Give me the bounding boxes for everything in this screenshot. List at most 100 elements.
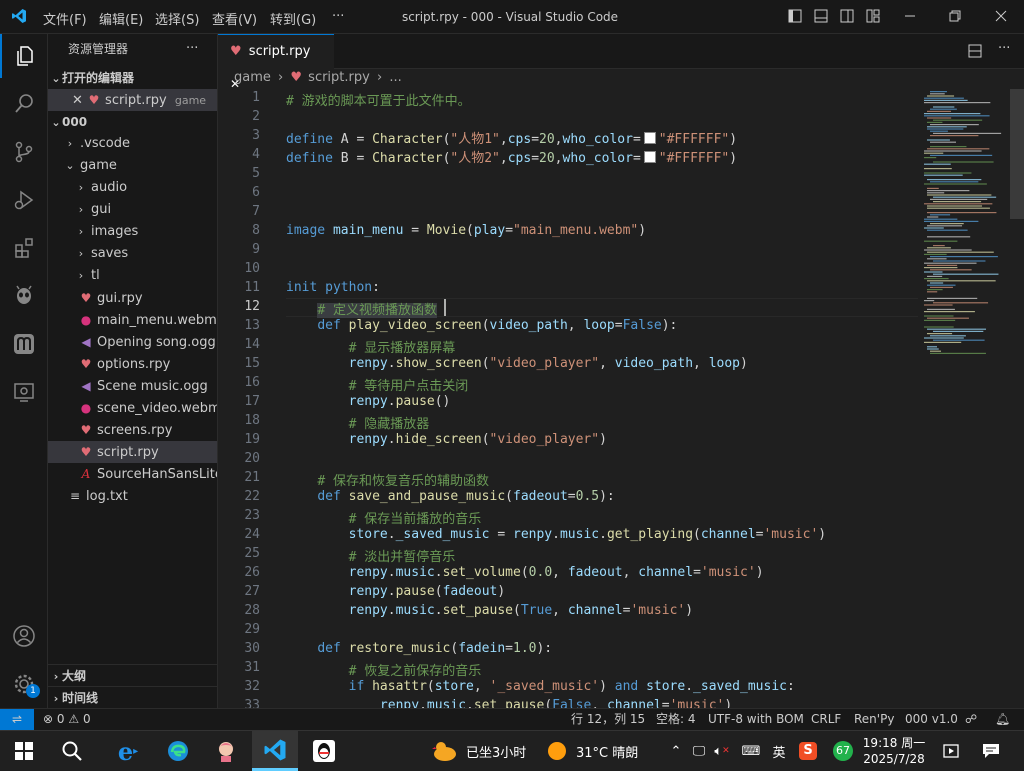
remote-explorer-icon[interactable]	[0, 370, 48, 414]
minimap[interactable]	[920, 89, 1024, 708]
code-line[interactable]: # 显示播放器屏幕	[286, 337, 456, 356]
code-editor[interactable]: 1 # 游戏的脚本可置于此文件中。 2 3 define A = Character("…	[218, 89, 918, 708]
ime-language-indicator[interactable]: 英	[768, 731, 790, 771]
notifications-bell-icon[interactable]: 🔔︎	[995, 709, 1010, 730]
menu-file[interactable]: 文件(F)	[43, 9, 87, 28]
split-editor-icon[interactable]	[968, 44, 982, 58]
code-line[interactable]: # 游戏的脚本可置于此文件中。	[286, 90, 471, 109]
code-line[interactable]: define B = Character("人物2",cps=20,who_co…	[286, 147, 737, 166]
encoding[interactable]: UTF-8 with BOM	[708, 709, 804, 730]
remote-indicator-icon[interactable]: ⇌	[0, 709, 34, 730]
toggle-primary-sidebar-icon[interactable]	[788, 9, 802, 23]
tree-file[interactable]: ◀ Opening song.ogg	[48, 331, 217, 353]
copilot-icon[interactable]: ☍	[965, 709, 977, 730]
explorer-icon[interactable]	[0, 34, 48, 78]
breadcrumb-symbol[interactable]: ...	[389, 70, 401, 85]
qq-app-icon[interactable]	[304, 731, 344, 771]
code-line[interactable]: def play_video_screen(video_path, loop=F…	[286, 318, 677, 333]
taskbar-search-icon[interactable]	[54, 731, 90, 771]
open-editor-item[interactable]: ✕ ♥ script.rpy game	[48, 89, 217, 111]
tree-file[interactable]: ≡ log.txt	[48, 485, 217, 507]
tree-folder[interactable]: ⌄ game	[48, 155, 217, 177]
task-view-icon[interactable]	[938, 731, 964, 771]
line-ending[interactable]: CRLF	[811, 709, 841, 730]
tree-file[interactable]: ♥ script.rpy	[48, 441, 217, 463]
indentation[interactable]: 空格: 4	[656, 709, 696, 730]
alien-extension-icon[interactable]	[0, 274, 48, 318]
tree-folder[interactable]: › audio	[48, 177, 217, 199]
sitting-reminder[interactable]: 已坐3小时	[432, 731, 532, 771]
vscode-taskbar-icon[interactable]	[252, 731, 298, 771]
code-line[interactable]: # 等待用户点击关闭	[286, 375, 469, 394]
code-line[interactable]: # 淡出并暂停音乐	[286, 546, 456, 565]
workspace-section[interactable]: ⌄000	[48, 111, 217, 133]
manage-gear-icon[interactable]: 1	[0, 662, 48, 706]
menu-edit[interactable]: 编辑(E)	[99, 9, 143, 28]
cursor-position[interactable]: 行 12，列 15	[571, 709, 645, 730]
code-line[interactable]: renpy.hide_screen("video_player")	[286, 432, 607, 447]
code-line[interactable]: define A = Character("人物1",cps=20,who_co…	[286, 128, 737, 147]
code-line[interactable]: renpy.music.set_pause(True, channel='mus…	[286, 603, 693, 618]
code-line[interactable]: renpy.pause()	[286, 394, 451, 409]
project-version[interactable]: 000 v1.0	[905, 709, 958, 730]
volume-muted-icon[interactable]: 🔈︎ ✕	[710, 731, 734, 771]
windows-start-icon[interactable]	[6, 731, 42, 771]
code-line[interactable]: renpy.music.set_volume(0.0, fadeout, cha…	[286, 565, 764, 580]
code-line[interactable]: renpy.music.set_pause(False, channel='mu…	[286, 698, 732, 708]
action-center-icon[interactable]	[976, 731, 1006, 771]
tree-folder[interactable]: › images	[48, 221, 217, 243]
explorer-more-button[interactable]: ···	[186, 38, 206, 60]
source-control-icon[interactable]	[0, 130, 48, 174]
breadcrumb-file[interactable]: script.rpy	[308, 70, 370, 85]
tree-folder[interactable]: › gui	[48, 199, 217, 221]
breadcrumb-folder[interactable]: game	[234, 70, 271, 85]
code-line[interactable]: store._saved_music = renpy.music.get_pla…	[286, 527, 826, 542]
code-line[interactable]: renpy.show_screen("video_player", video_…	[286, 356, 748, 371]
code-line[interactable]: def restore_music(fadein=1.0):	[286, 641, 552, 656]
customize-layout-icon[interactable]	[866, 9, 880, 23]
menu-selection[interactable]: 选择(S)	[155, 9, 199, 28]
code-line[interactable]: def save_and_pause_music(fadeout=0.5):	[286, 489, 614, 504]
problems-indicator[interactable]: ⊗ 0 ⚠ 0	[43, 709, 91, 730]
code-line[interactable]: init python:	[286, 280, 380, 295]
tree-file[interactable]: A SourceHanSansLite.ttf	[48, 463, 217, 485]
search-icon[interactable]	[0, 82, 48, 126]
code-line[interactable]: if hasattr(store, '_saved_music') and st…	[286, 679, 795, 694]
close-editor-icon[interactable]: ✕	[72, 93, 83, 108]
sogou-ime-icon[interactable]: S	[796, 731, 820, 771]
open-editors-section[interactable]: ⌄打开的编辑器	[48, 67, 217, 89]
code-line[interactable]: # 定义视频播放函数	[286, 299, 437, 318]
code-line[interactable]: # 保存和恢复音乐的辅助函数	[286, 470, 489, 489]
menu-go[interactable]: 转到(G)	[270, 9, 316, 28]
accounts-icon[interactable]	[0, 614, 48, 658]
code-line[interactable]: # 保存当前播放的音乐	[286, 508, 482, 527]
clock[interactable]: 19:18 周一 2025/7/28	[860, 731, 928, 771]
color-swatch[interactable]	[643, 132, 656, 144]
outline-section[interactable]: › 大纲	[48, 664, 217, 687]
restore-icon[interactable]	[948, 9, 962, 23]
menu-more[interactable]: ···	[332, 9, 344, 24]
edge-browser-icon[interactable]	[158, 731, 198, 771]
color-swatch[interactable]	[643, 151, 656, 163]
keyboard-icon[interactable]: ⌨	[738, 731, 764, 771]
code-line[interactable]: renpy.pause(fadeout)	[286, 584, 506, 599]
anime-app-icon[interactable]	[206, 731, 246, 771]
extensions-icon[interactable]	[0, 226, 48, 270]
language-mode[interactable]: Ren'Py	[854, 709, 894, 730]
minimize-icon[interactable]	[903, 9, 917, 23]
code-line[interactable]: image main_menu = Movie(play="main_menu.…	[286, 223, 646, 238]
close-icon[interactable]	[994, 9, 1008, 23]
ie-browser-icon[interactable]: e ▸	[106, 731, 150, 771]
m-extension-icon[interactable]	[0, 322, 48, 366]
code-line[interactable]: # 隐藏播放器	[286, 413, 430, 432]
show-hidden-icons-chevron-up-icon[interactable]: ⌃	[666, 731, 686, 771]
editor-more-button[interactable]: ···	[998, 41, 1010, 56]
tree-file[interactable]: ● main_menu.webm	[48, 309, 217, 331]
tree-file[interactable]: ♥ gui.rpy	[48, 287, 217, 309]
toggle-panel-icon[interactable]	[814, 9, 828, 23]
weather-widget[interactable]: 31°C 晴朗	[546, 731, 656, 771]
network-icon[interactable]: 🖵︎	[688, 731, 710, 771]
tree-file[interactable]: ● scene_video.webm	[48, 397, 217, 419]
tree-file[interactable]: ◀ Scene music.ogg	[48, 375, 217, 397]
tab-script-rpy[interactable]: ♥ script.rpy ✕	[218, 34, 334, 91]
